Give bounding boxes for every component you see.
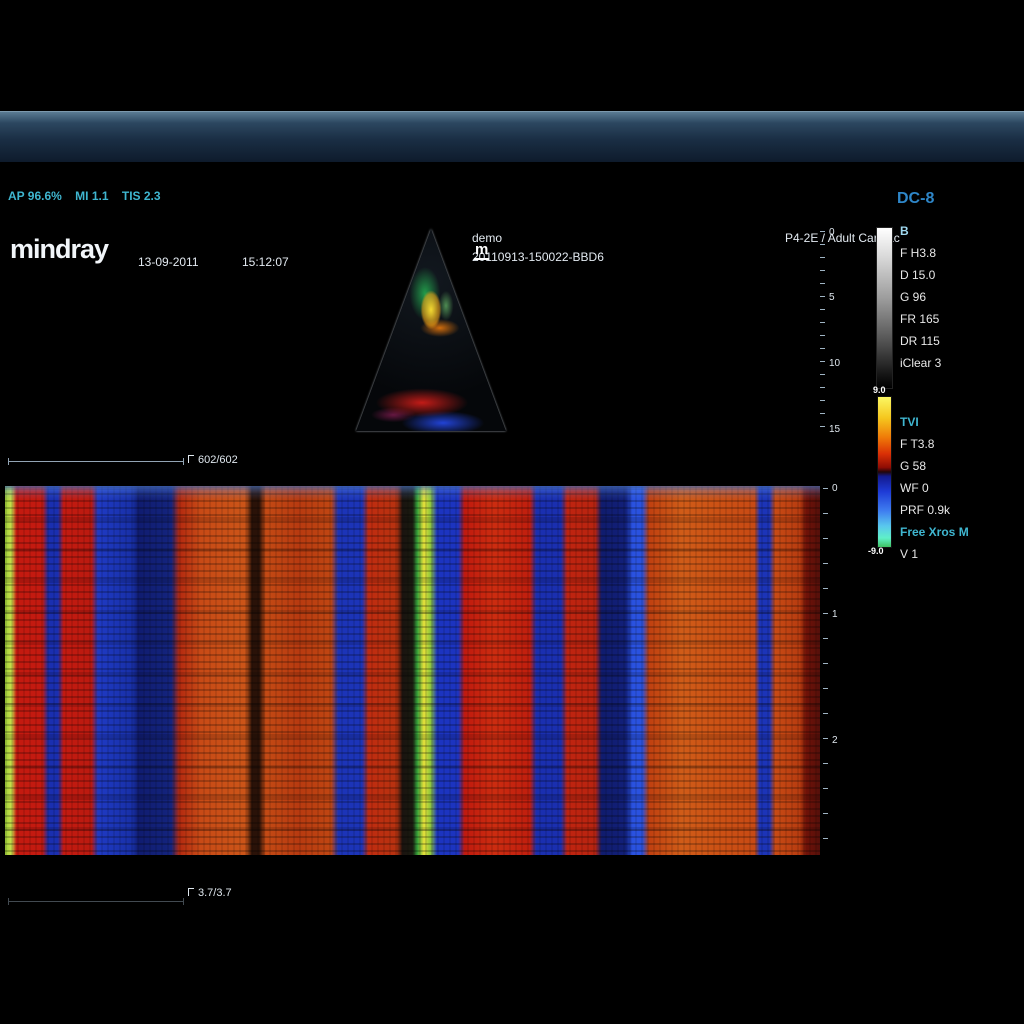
b-mode-label: B bbox=[900, 220, 941, 242]
acoustic-output-status: AP 96.6% MI 1.1 TIS 2.3 bbox=[8, 189, 171, 203]
depth-ruler-label: 10 bbox=[829, 358, 840, 369]
tvi-param-frequency: F T3.8 bbox=[900, 433, 969, 455]
mmode-depth-label: 2 bbox=[832, 735, 838, 746]
exam-time: 15:12:07 bbox=[242, 255, 289, 269]
mmode-color-sweep bbox=[5, 486, 820, 855]
thermal-index-value: TIS 2.3 bbox=[122, 189, 161, 203]
grayscale-map-bar bbox=[876, 227, 893, 389]
header-bar: mindray 13-09-2011 15:12:07 demo 2011091… bbox=[0, 111, 1024, 162]
tvi-param-wallfilter: WF 0 bbox=[900, 477, 969, 499]
depth-ruler-label: 5 bbox=[829, 292, 835, 303]
mechanical-index-value: MI 1.1 bbox=[75, 189, 108, 203]
mmode-depth-label: 1 bbox=[832, 609, 838, 620]
caliper-corner-icon bbox=[188, 455, 194, 463]
tvi-params: TVI F T3.8 G 58 WF 0 PRF 0.9k Free Xros … bbox=[900, 411, 969, 565]
sweep-time-counter: 3.7/3.7 bbox=[188, 887, 232, 899]
m-mode-cursor-marker: m bbox=[474, 241, 489, 260]
tvi-scale-max: 9.0 bbox=[873, 385, 886, 395]
b-param-framerate: FR 165 bbox=[900, 308, 941, 330]
exam-date: 13-09-2011 bbox=[138, 255, 199, 269]
brand-logo: mindray bbox=[10, 234, 108, 265]
depth-ruler-label: 0 bbox=[829, 227, 835, 238]
mmode-depth-ticks bbox=[823, 488, 828, 854]
b-param-frequency: F H3.8 bbox=[900, 242, 941, 264]
caliper-corner-icon bbox=[188, 888, 194, 896]
depth-ruler-ticks bbox=[820, 231, 825, 433]
mmode-depth-scale: 0 1 2 bbox=[823, 486, 849, 855]
depth-ruler: 0 5 10 15 bbox=[820, 228, 854, 436]
free-xros-m-label: Free Xros M bbox=[900, 521, 969, 543]
time-scale-line bbox=[8, 461, 184, 462]
b-param-depth: D 15.0 bbox=[900, 264, 941, 286]
depth-ruler-label: 15 bbox=[829, 424, 840, 435]
mmode-depth-label: 0 bbox=[832, 483, 838, 494]
b-param-dynamicrange: DR 115 bbox=[900, 330, 941, 352]
system-model-label: DC-8 bbox=[897, 190, 934, 208]
frame-counter: 602/602 bbox=[188, 454, 238, 466]
free-xros-velocity: V 1 bbox=[900, 543, 969, 565]
acoustic-power-value: AP 96.6% bbox=[8, 189, 62, 203]
sweep-time-line bbox=[8, 901, 184, 902]
tvi-colorbar bbox=[877, 396, 892, 548]
tvi-param-prf: PRF 0.9k bbox=[900, 499, 969, 521]
tvi-mode-label: TVI bbox=[900, 411, 969, 433]
b-mode-params: B F H3.8 D 15.0 G 96 FR 165 DR 115 iClea… bbox=[900, 220, 941, 374]
b-param-iclear: iClear 3 bbox=[900, 352, 941, 374]
tvi-param-gain: G 58 bbox=[900, 455, 969, 477]
b-param-gain: G 96 bbox=[900, 286, 941, 308]
tvi-scale-min: -9.0 bbox=[868, 546, 884, 556]
